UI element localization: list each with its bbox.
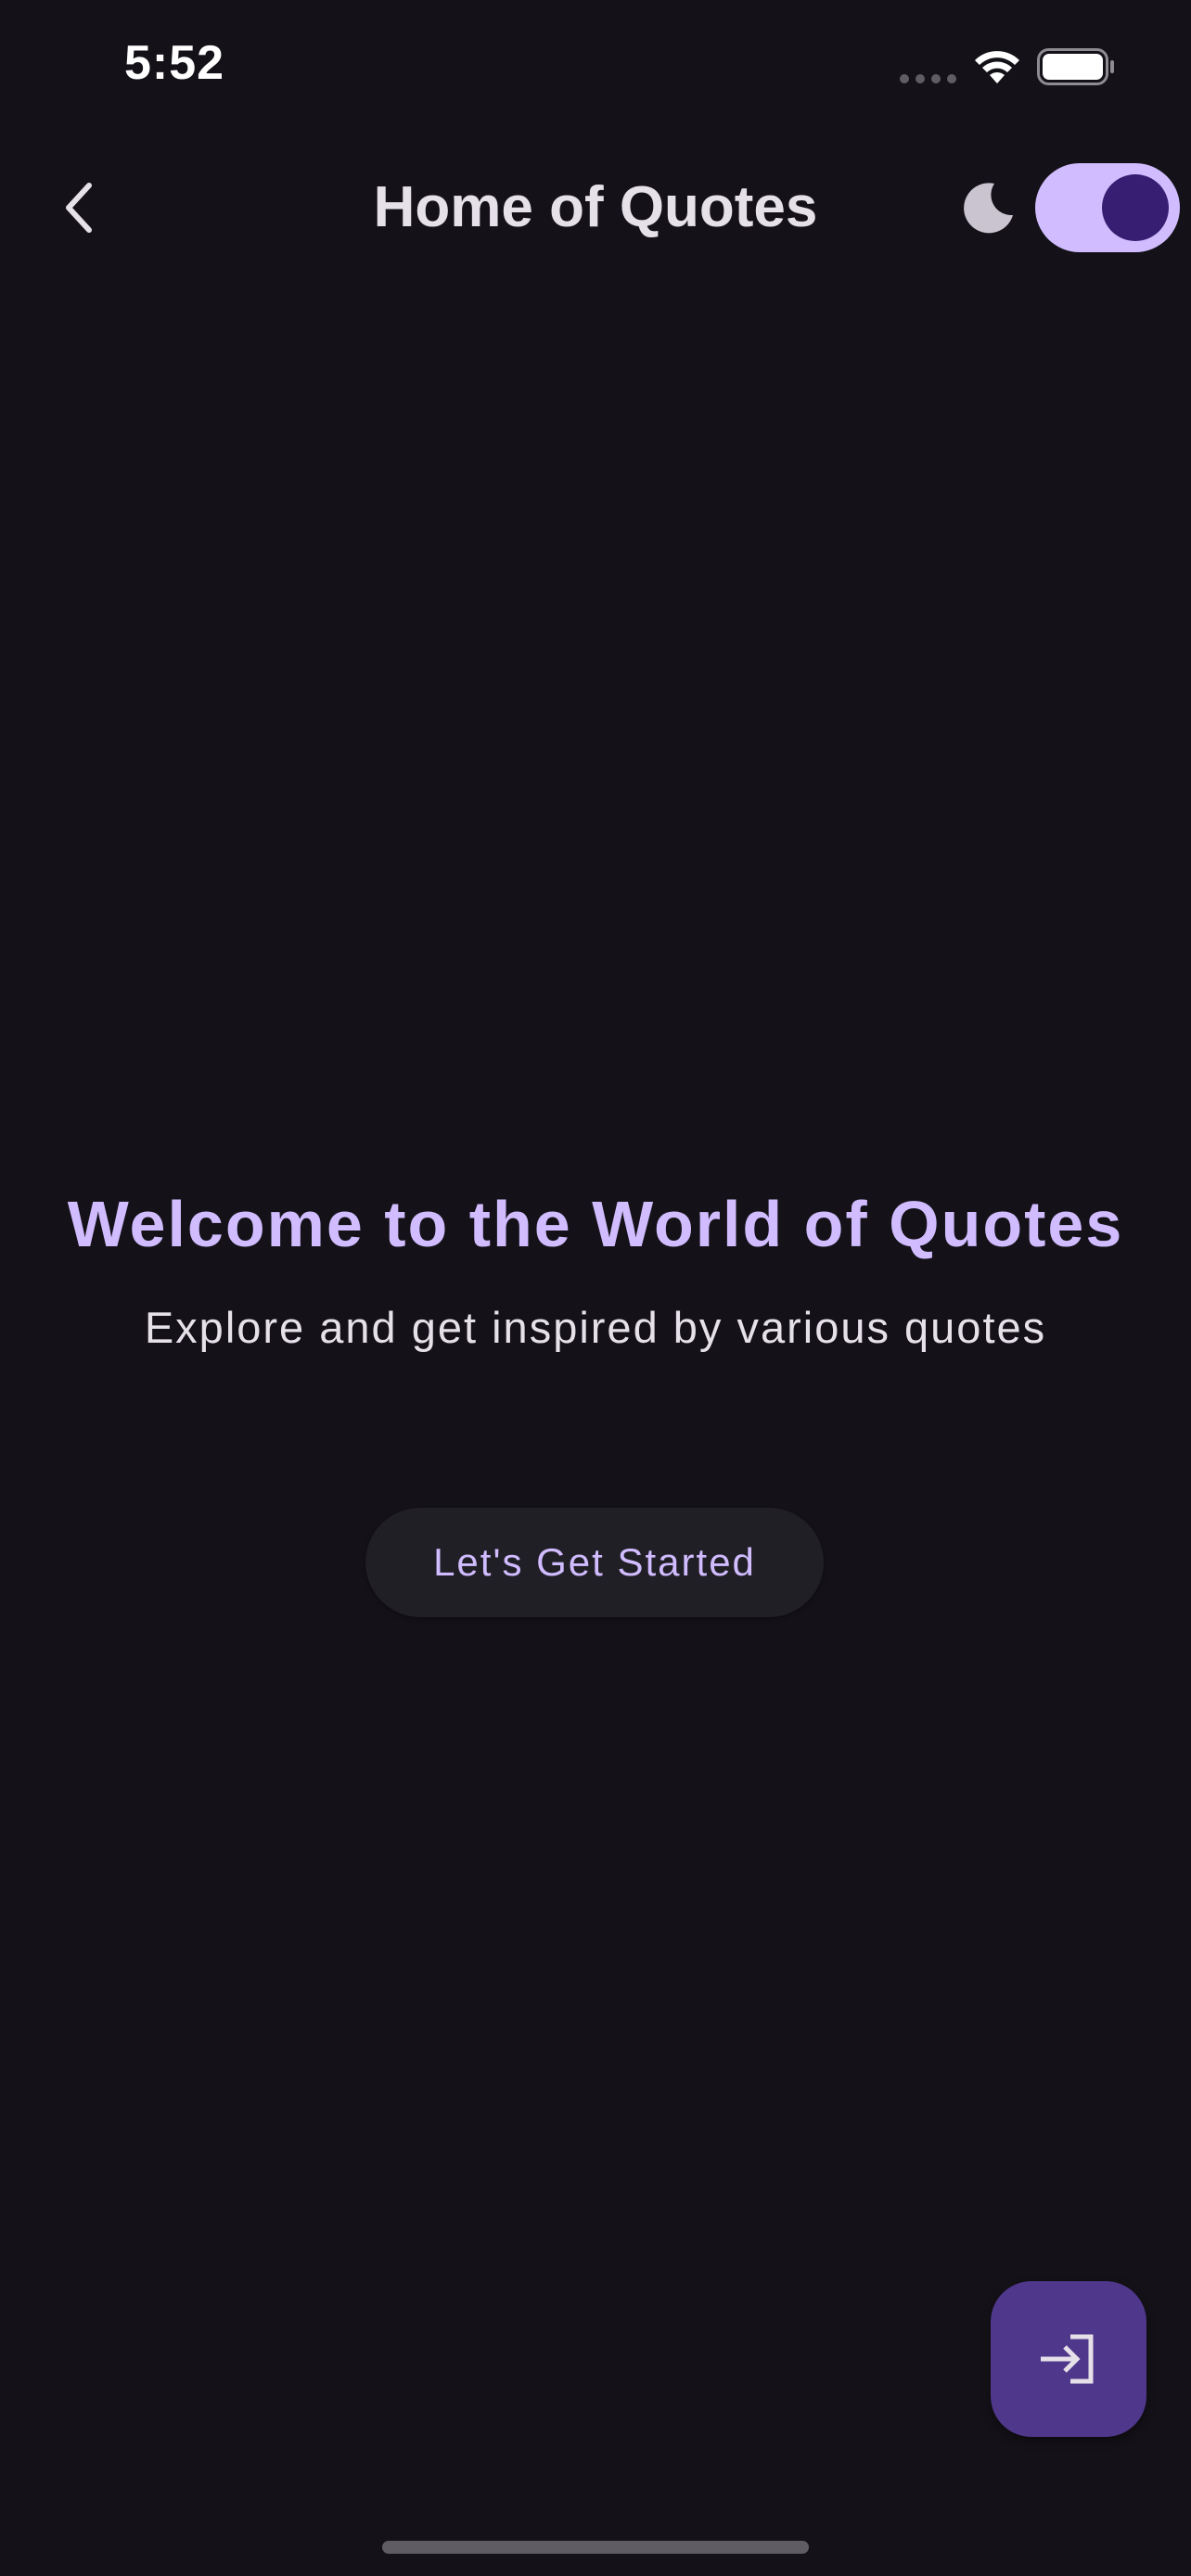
welcome-subtitle: Explore and get inspired by various quot… xyxy=(144,1303,1047,1352)
battery-icon xyxy=(1037,48,1114,85)
welcome-title: Welcome to the World of Quotes xyxy=(67,1188,1124,1260)
status-bar: 5:52 xyxy=(0,0,1191,139)
toggle-thumb xyxy=(1102,174,1169,241)
dark-mode-toggle[interactable] xyxy=(1035,163,1180,252)
welcome-section: Welcome to the World of Quotes Explore a… xyxy=(0,1178,1191,1356)
login-fab-button[interactable] xyxy=(991,2281,1146,2437)
chevron-left-icon xyxy=(66,183,92,233)
moon-icon xyxy=(964,183,1013,234)
back-button[interactable] xyxy=(43,171,117,245)
cellular-signal-icon xyxy=(900,74,957,83)
login-icon xyxy=(1041,2334,1094,2384)
get-started-button[interactable]: Let's Get Started xyxy=(365,1508,824,1617)
page-title: Home of Quotes xyxy=(373,175,818,239)
home-indicator[interactable] xyxy=(382,2541,809,2554)
app-bar: Home of Quotes xyxy=(0,148,1191,269)
status-time: 5:52 xyxy=(124,36,225,90)
wifi-icon xyxy=(975,51,1019,83)
